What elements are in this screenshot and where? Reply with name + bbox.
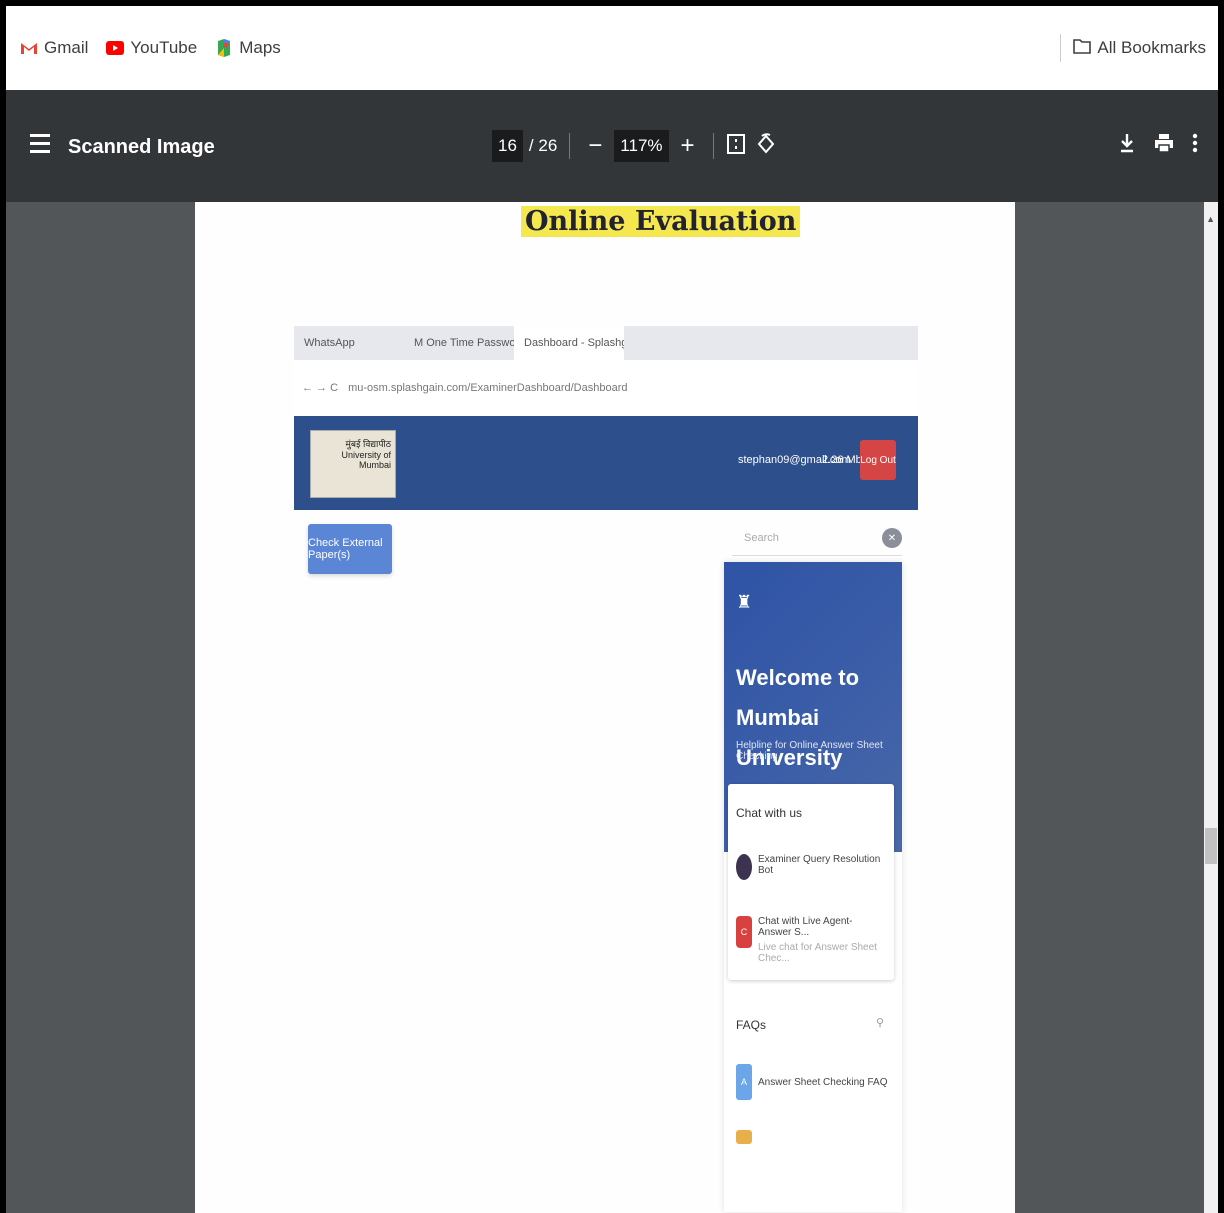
bookmark-gmail[interactable]: Gmail: [20, 38, 88, 58]
divider: [1060, 34, 1062, 62]
bookmark-label: YouTube: [130, 38, 198, 57]
page-controls: 16 / 26 − 117% +: [492, 130, 776, 162]
right-tools: [1118, 132, 1198, 160]
live-agent-title: Chat with Live Agent- Answer S...: [758, 916, 853, 938]
document-title: Scanned Image: [68, 136, 215, 158]
live-agent-badge: C: [736, 916, 752, 948]
faq-badge: A: [736, 1064, 752, 1100]
faqs-label: FAQs: [736, 1018, 767, 1032]
faq-item-icon: [736, 1130, 752, 1144]
welcome-subtitle: Helpline for Online Answer Sheet Checkin…: [736, 740, 883, 762]
scroll-up-icon[interactable]: ▲: [1206, 214, 1215, 224]
check-papers-button: Check External Paper(s): [308, 524, 392, 574]
bookmark-maps[interactable]: Maps: [215, 38, 281, 58]
divider: [712, 133, 714, 159]
logout-button: Log Out: [860, 440, 896, 480]
print-icon[interactable]: [1154, 132, 1174, 160]
gmail-icon: [20, 39, 38, 57]
live-agent-subtitle: Live chat for Answer Sheet Chec...: [758, 942, 877, 964]
faq-card: FAQs ⚲ A Answer Sheet Checking FAQ: [728, 990, 894, 1210]
page-heading: Online Evaluation: [521, 206, 801, 237]
chat-card: Chat with us Examiner Query Resolution B…: [728, 784, 894, 980]
faq-item-label: Answer Sheet Checking FAQ: [758, 1076, 888, 1088]
maps-icon: [215, 39, 233, 57]
page-number-input[interactable]: 16: [492, 130, 523, 162]
youtube-icon: [106, 39, 125, 57]
bookmark-label: Gmail: [44, 38, 89, 57]
chat-with-us-label: Chat with us: [736, 806, 803, 820]
all-bookmarks-label: All Bookmarks: [1097, 38, 1206, 57]
browser-tabs: WhatsApp M One Time Password (OTP) for O…: [294, 326, 918, 360]
pdf-viewer[interactable]: Online Evaluation WhatsApp M One Time Pa…: [6, 202, 1218, 1213]
nav-arrows-icon: ← → C: [302, 382, 339, 394]
menu-icon[interactable]: [30, 134, 50, 154]
search-input: Search: [732, 522, 902, 556]
address-bar: ← → C mu-osm.splashgain.com/ExaminerDash…: [294, 360, 918, 416]
bot-name: Examiner Query Resolution Bot: [758, 854, 881, 876]
tab-otp: M One Time Password (OTP) for O: [414, 337, 514, 349]
zoom-in-button[interactable]: +: [675, 132, 701, 160]
search-icon: ⚲: [875, 1017, 884, 1029]
scrollbar[interactable]: ▲: [1204, 202, 1218, 1213]
bookmark-youtube[interactable]: YouTube: [106, 38, 197, 58]
rotate-icon[interactable]: [756, 132, 776, 160]
close-icon: ✕: [882, 528, 902, 548]
pdf-toolbar: Scanned Image 16 / 26 − 117% +: [6, 90, 1218, 202]
bookmark-label: Maps: [239, 38, 281, 57]
scrollbar-thumb[interactable]: [1205, 828, 1217, 864]
chat-panel: ♜ Welcome to Mumbai University Helpline …: [724, 562, 902, 1212]
browser-frame: Gmail YouTube Maps All Bookmarks Scanned…: [6, 6, 1218, 1213]
divider: [569, 133, 571, 159]
university-emblem-icon: ♜: [736, 592, 753, 612]
download-icon[interactable]: [1118, 132, 1136, 160]
pdf-page: Online Evaluation WhatsApp M One Time Pa…: [195, 202, 1015, 1213]
fit-page-icon[interactable]: [726, 133, 746, 160]
university-logo: मुंबई विद्यापीठ University of Mumbai: [310, 430, 396, 498]
zoom-out-button[interactable]: −: [582, 132, 608, 160]
chat-bot-item: Examiner Query Resolution Bot: [736, 854, 886, 880]
university-header: मुंबई विद्यापीठ University of Mumbai ste…: [294, 416, 918, 510]
all-bookmarks-button[interactable]: All Bookmarks: [1060, 34, 1206, 62]
url-text: mu-osm.splashgain.com/ExaminerDashboard/…: [348, 382, 628, 394]
bookmarks-bar: Gmail YouTube Maps All Bookmarks: [6, 6, 1218, 90]
zoom-level-input[interactable]: 117%: [614, 130, 669, 162]
live-agent-item: C Chat with Live Agent- Answer S... Live…: [736, 916, 886, 964]
tab-whatsapp: WhatsApp: [304, 337, 355, 349]
bot-avatar-icon: [736, 854, 752, 880]
more-options-icon[interactable]: [1192, 132, 1198, 160]
embedded-screenshot: WhatsApp M One Time Password (OTP) for O…: [294, 326, 918, 1213]
tab-dashboard: Dashboard - SplashgainOSM: [514, 326, 624, 360]
folder-icon: [1073, 38, 1092, 59]
faq-item: A Answer Sheet Checking FAQ: [736, 1064, 888, 1100]
page-total: / 26: [528, 136, 558, 155]
